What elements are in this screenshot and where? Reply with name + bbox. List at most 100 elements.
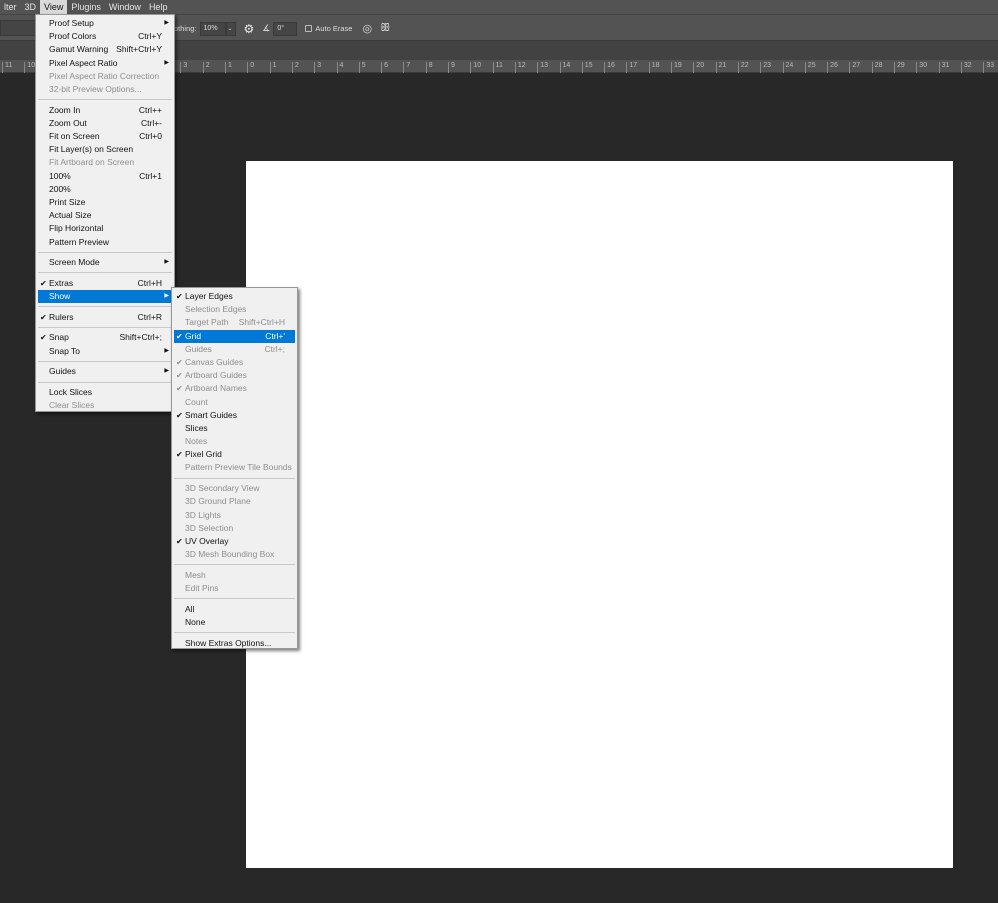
menu-item-show[interactable]: Show ▶: [38, 290, 172, 304]
menu-item-label: Grid: [185, 330, 202, 341]
menu-item-extras[interactable]: ✔ Extras Ctrl+H: [38, 277, 172, 290]
menu-filter[interactable]: lter: [0, 0, 21, 14]
submenu-arrow-icon: ▶: [164, 259, 169, 266]
menu-item-screen-mode[interactable]: Screen Mode ▶: [38, 256, 172, 269]
ruler-tick: 0: [247, 62, 254, 73]
tool-preset-field[interactable]: [0, 20, 40, 36]
ruler-tick: 24: [782, 62, 793, 73]
menu-item-200[interactable]: 200%: [38, 183, 172, 196]
menu-item-shortcut: Ctrl+0: [139, 131, 162, 141]
ruler-tick: 2: [202, 62, 210, 73]
menu-item-label: Proof Colors: [49, 31, 97, 42]
menu-item-slices[interactable]: Slices: [174, 422, 295, 435]
menu-item-pixel-aspect-ratio[interactable]: Pixel Aspect Ratio ▶: [38, 57, 172, 70]
menu-item-label: Rulers: [49, 311, 74, 322]
ruler-tick: 7: [403, 62, 410, 73]
menu-item-zoom-out[interactable]: Zoom Out Ctrl+-: [38, 117, 172, 130]
checkmark-icon: ✔: [176, 357, 183, 367]
menu-item-label: Proof Setup: [49, 18, 94, 28]
menu-item-label: Clear Slices: [49, 400, 95, 411]
symmetry-icon[interactable]: ꕥ: [380, 22, 390, 35]
menu-item-label: Gamut Warning: [49, 44, 109, 55]
menu-item-label: Artboard Names: [185, 383, 247, 394]
menu-item-label: Zoom Out: [49, 117, 87, 128]
menu-item-pixel-grid[interactable]: ✔ Pixel Grid: [174, 448, 295, 461]
checkmark-icon: ✔: [40, 312, 47, 322]
menu-item-flip-horizontal[interactable]: Flip Horizontal: [38, 222, 172, 235]
ruler-tick: 17: [626, 62, 637, 73]
menu-item-clear-slices: Clear Slices: [38, 399, 172, 412]
menu-item-guides: Guides Ctrl+;: [174, 343, 295, 356]
menu-item-actual-size[interactable]: Actual Size: [38, 209, 172, 222]
menu-item-label: Pattern Preview Tile Bounds: [185, 462, 292, 473]
menu-item-label: Lock Slices: [49, 387, 92, 397]
menu-item-label: Slices: [185, 422, 208, 433]
menu-item-label: 3D Ground Plane: [185, 496, 251, 507]
ruler-tick: 6: [381, 62, 388, 73]
menu-item-label: 100%: [49, 170, 71, 181]
menu-separator: [174, 564, 295, 566]
checkmark-icon: ✔: [176, 450, 183, 460]
chevron-down-icon[interactable]: ⌄: [225, 21, 236, 36]
menu-help[interactable]: Help: [145, 0, 172, 14]
menu-item-label: All: [185, 603, 195, 614]
menu-item-label: Zoom In: [49, 104, 81, 115]
document-canvas[interactable]: [246, 161, 953, 868]
checkmark-icon: ✔: [176, 384, 183, 394]
menu-item-shortcut: Ctrl+1: [139, 170, 162, 181]
menu-item-rulers[interactable]: ✔ Rulers Ctrl+R: [38, 311, 172, 324]
auto-erase-checkbox[interactable]: [305, 25, 313, 32]
menu-item-shortcut: Shift+Ctrl+;: [119, 332, 162, 343]
ruler-tick: 3: [180, 62, 187, 73]
menu-item-smart-guides[interactable]: ✔ Smart Guides: [174, 409, 295, 422]
menu-item-mesh: Mesh: [174, 569, 295, 582]
menu-item-label: None: [185, 616, 206, 627]
menu-3d[interactable]: 3D: [21, 0, 41, 14]
menu-separator: [38, 326, 172, 328]
menu-item-print-size[interactable]: Print Size: [38, 196, 172, 209]
menu-item-label: Print Size: [49, 196, 86, 207]
pressure-icon[interactable]: ◎: [362, 22, 372, 35]
menu-item-fit-on-screen[interactable]: Fit on Screen Ctrl+0: [38, 130, 172, 143]
menu-item-layer-edges[interactable]: ✔ Layer Edges: [174, 290, 295, 303]
menu-item-100[interactable]: 100% Ctrl+1: [38, 170, 172, 183]
gear-icon[interactable]: ⚙: [244, 22, 255, 36]
angle-input[interactable]: 0°: [273, 21, 298, 36]
ruler-tick: 12: [514, 62, 526, 73]
checkmark-icon: ✔: [176, 410, 183, 420]
menu-item-all[interactable]: All: [174, 603, 295, 616]
menu-item-shortcut: Ctrl+': [265, 330, 285, 341]
menu-item-uv-overlay[interactable]: ✔ UV Overlay: [174, 535, 295, 548]
ruler-tick: 14: [559, 62, 570, 73]
smoothing-input[interactable]: 10%: [199, 21, 226, 36]
ruler-tick: 19: [671, 62, 682, 73]
menu-item-guides[interactable]: Guides ▶: [38, 365, 172, 378]
ruler-tick: 18: [648, 62, 659, 73]
checkmark-icon: ✔: [176, 536, 183, 546]
menu-item-proof-colors[interactable]: Proof Colors Ctrl+Y: [38, 30, 172, 43]
menu-item-grid[interactable]: ✔ Grid Ctrl+': [174, 329, 295, 343]
menu-item-gamut-warning[interactable]: Gamut Warning Shift+Ctrl+Y: [38, 43, 172, 56]
menu-view[interactable]: View: [40, 0, 68, 14]
menu-item-label: Pixel Aspect Ratio: [49, 57, 118, 68]
menu-item-32-bit-preview-options: 32-bit Preview Options...: [38, 83, 172, 96]
menu-item-canvas-guides: ✔ Canvas Guides: [174, 356, 295, 369]
ruler-tick: 16: [604, 62, 615, 73]
menu-item-none[interactable]: None: [174, 616, 295, 629]
menu-plugins[interactable]: Plugins: [67, 0, 105, 14]
menu-item-snap-to[interactable]: Snap To ▶: [38, 345, 172, 358]
menu-item-snap[interactable]: ✔ Snap Shift+Ctrl+;: [38, 331, 172, 344]
menu-item-proof-setup[interactable]: Proof Setup ▶: [38, 17, 172, 30]
menu-item-zoom-in[interactable]: Zoom In Ctrl++: [38, 104, 172, 117]
menu-item-fit-layer-s-on-screen[interactable]: Fit Layer(s) on Screen: [38, 143, 172, 156]
menu-item-label: Fit on Screen: [49, 131, 100, 141]
menu-item-show-extras-options[interactable]: Show Extras Options...: [174, 637, 295, 650]
ruler-tick: 2: [291, 62, 299, 73]
menu-item-pattern-preview[interactable]: Pattern Preview: [38, 236, 172, 249]
menu-item-lock-slices[interactable]: Lock Slices: [38, 386, 172, 399]
menu-item-label: Show: [49, 291, 71, 302]
menu-item-notes: Notes: [174, 435, 295, 448]
menu-window[interactable]: Window: [105, 0, 145, 14]
view-menu: Proof Setup ▶ Proof Colors Ctrl+Y Gamut Warn…: [35, 14, 175, 412]
menu-item-3d-ground-plane: 3D Ground Plane: [174, 495, 295, 508]
